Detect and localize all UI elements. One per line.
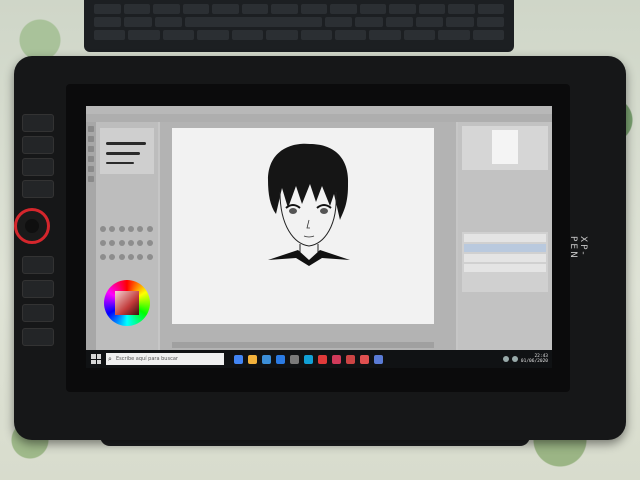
canvas-status-bar — [172, 342, 434, 348]
navigator-preview[interactable] — [462, 126, 548, 170]
app-menu-bar[interactable] — [86, 106, 552, 114]
drawing-app-window: Escribe aquí para buscar 22:43 01/06/202… — [86, 106, 552, 368]
taskbar-search-input[interactable]: Escribe aquí para buscar — [106, 353, 224, 365]
brush-preview[interactable] — [100, 128, 154, 174]
taskbar-clock[interactable]: 22:43 01/06/2020 — [521, 354, 548, 364]
brush-settings-panel — [96, 122, 158, 350]
taskbar-app-list — [234, 354, 383, 364]
layer-row[interactable] — [464, 254, 546, 262]
chrome-icon[interactable] — [234, 354, 243, 364]
layers-panel — [458, 122, 552, 350]
express-key[interactable] — [22, 180, 54, 198]
record-icon[interactable] — [360, 354, 369, 364]
express-key[interactable] — [22, 114, 54, 132]
color-picker-square[interactable] — [115, 291, 139, 315]
keyboard-row — [94, 17, 505, 27]
keyboard — [84, 0, 514, 52]
anime-sketch-drawing — [268, 143, 350, 266]
brush-stroke-icon — [106, 152, 140, 155]
express-key[interactable] — [22, 328, 54, 346]
tool-icon[interactable] — [88, 176, 94, 182]
express-key[interactable] — [22, 136, 54, 154]
app-icon[interactable] — [346, 354, 355, 364]
drawing-canvas[interactable] — [172, 128, 434, 324]
system-tray: 22:43 01/06/2020 — [502, 354, 548, 364]
tool-icon[interactable] — [88, 136, 94, 142]
volume-icon[interactable] — [511, 356, 518, 362]
mail-icon[interactable] — [262, 354, 271, 364]
brand-logo: XP-PEN — [568, 236, 588, 260]
tool-icon[interactable] — [88, 146, 94, 152]
brush-stroke-icon — [106, 142, 146, 145]
explorer-icon[interactable] — [248, 354, 257, 364]
tablet-screen-bezel: Escribe aquí para buscar 22:43 01/06/202… — [66, 84, 570, 392]
express-key[interactable] — [22, 280, 54, 298]
vpn-icon[interactable] — [304, 354, 313, 364]
clip-studio-icon[interactable] — [374, 354, 383, 364]
windows-taskbar: Escribe aquí para buscar 22:43 01/06/202… — [86, 350, 552, 368]
keyboard-row — [94, 4, 504, 14]
app-toolbar[interactable] — [86, 114, 552, 122]
pen-display-tablet: XP-PEN ⌕ Escribe aquí para buscar 22:43 … — [14, 56, 626, 440]
express-key[interactable] — [22, 304, 54, 322]
keyboard-row — [94, 30, 505, 40]
layer-row[interactable] — [464, 234, 546, 242]
layer-row[interactable] — [464, 244, 546, 252]
canvas-workspace — [160, 122, 456, 350]
store-icon[interactable] — [290, 354, 299, 364]
red-dial-wheel[interactable] — [14, 208, 50, 244]
windows-start-icon[interactable] — [91, 354, 101, 364]
clock-date: 01/06/2020 — [520, 359, 548, 364]
express-key[interactable] — [22, 158, 54, 176]
tool-icon[interactable] — [88, 156, 94, 162]
brush-stroke-icon — [106, 162, 134, 164]
tool-palette[interactable] — [86, 122, 96, 350]
tool-icon[interactable] — [88, 166, 94, 172]
network-icon[interactable] — [502, 356, 509, 362]
layer-row[interactable] — [464, 264, 546, 272]
photoshop-icon[interactable] — [318, 354, 327, 364]
brush-size-palette[interactable] — [100, 226, 154, 266]
layer-list[interactable] — [462, 232, 548, 292]
dropbox-icon[interactable] — [276, 354, 285, 364]
tool-icon[interactable] — [88, 126, 94, 132]
express-key[interactable] — [22, 256, 54, 274]
navigator-thumbnail — [492, 130, 518, 164]
media-icon[interactable] — [332, 354, 341, 364]
